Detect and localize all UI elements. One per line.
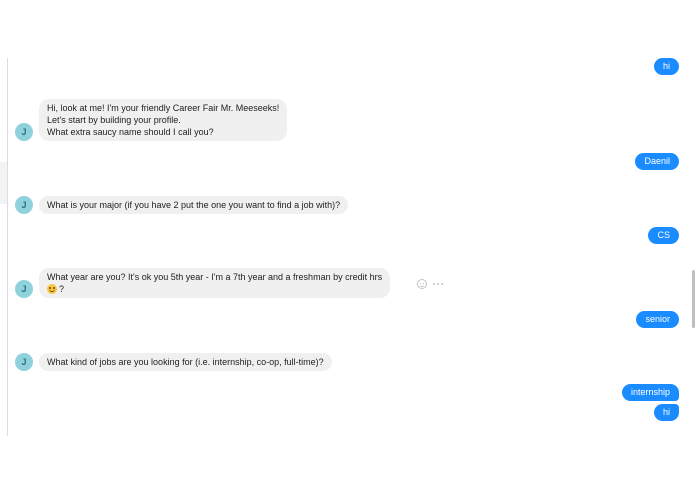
outgoing-message[interactable]: hi <box>653 58 679 75</box>
outgoing-message[interactable]: internship <box>621 384 679 401</box>
message-text: CS <box>657 230 670 240</box>
incoming-message[interactable]: What year are you? It's ok you 5th year … <box>39 268 391 298</box>
outgoing-message[interactable]: CS <box>648 227 679 244</box>
message-text: What extra saucy name should I call you? <box>47 127 214 137</box>
outgoing-message[interactable]: senior <box>636 311 679 328</box>
bot-avatar[interactable]: J <box>15 123 33 141</box>
more-options-icon[interactable] <box>433 279 445 289</box>
message-text: Daenil <box>644 156 670 166</box>
left-panel-edge <box>0 162 7 204</box>
conversation-left-border <box>7 58 8 436</box>
incoming-message[interactable]: What kind of jobs are you looking for (i… <box>39 353 332 371</box>
smiling-face-emoji <box>47 284 57 294</box>
bot-avatar[interactable]: J <box>15 280 33 298</box>
message-text: What kind of jobs are you looking for (i… <box>47 357 324 367</box>
message-text: What is your major (if you have 2 put th… <box>47 200 341 210</box>
message-text: What year are you? It's ok you 5th year … <box>47 272 383 282</box>
message-text: ? <box>59 284 65 294</box>
message-text: hi <box>662 407 670 417</box>
message-text: Hi, look at me! I'm your friendly Career… <box>47 103 280 113</box>
message-text: Let's start by building your profile. <box>47 115 181 125</box>
incoming-message[interactable]: Hi, look at me! I'm your friendly Career… <box>39 99 288 141</box>
bot-avatar[interactable]: J <box>15 353 33 371</box>
message-text: internship <box>630 387 670 397</box>
incoming-message[interactable]: What is your major (if you have 2 put th… <box>39 196 349 214</box>
message-text: hi <box>662 61 670 71</box>
messenger-conversation: hi J Hi, look at me! I'm your friendly C… <box>0 0 695 494</box>
message-text: senior <box>645 314 670 324</box>
smiley-react-icon[interactable] <box>417 279 427 289</box>
bot-avatar[interactable]: J <box>15 196 33 214</box>
outgoing-message[interactable]: Daenil <box>635 153 679 170</box>
outgoing-message[interactable]: hi <box>653 404 679 421</box>
